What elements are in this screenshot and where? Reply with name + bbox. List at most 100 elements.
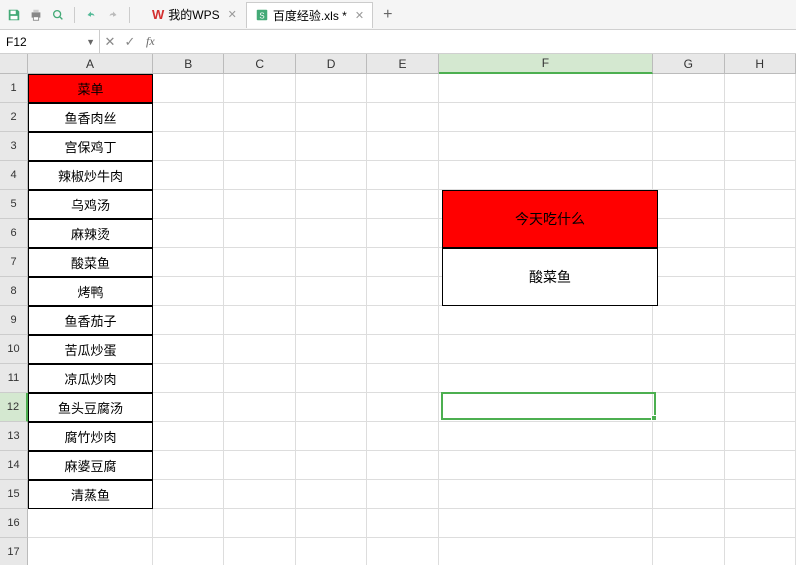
print-dropdown-icon[interactable] (26, 5, 46, 25)
row-header[interactable]: 8 (0, 277, 28, 306)
cell[interactable]: 鱼香肉丝 (28, 103, 153, 132)
cell[interactable]: 烤鸭 (28, 277, 153, 306)
row-header[interactable]: 12 (0, 393, 28, 422)
undo-icon[interactable] (81, 5, 101, 25)
cell[interactable] (367, 364, 438, 393)
cell[interactable]: 酸菜鱼 (28, 248, 153, 277)
today-eat-value[interactable]: 酸菜鱼 (442, 248, 658, 306)
cell[interactable] (367, 219, 438, 248)
cell[interactable] (439, 422, 653, 451)
cell[interactable] (367, 451, 438, 480)
cell[interactable] (439, 161, 653, 190)
fx-label[interactable]: fx (140, 34, 161, 49)
cell[interactable] (367, 74, 438, 103)
cell[interactable] (224, 451, 295, 480)
tab-document[interactable]: S 百度经验.xls * ✕ (246, 2, 373, 28)
row-header[interactable]: 3 (0, 132, 28, 161)
cell[interactable] (367, 538, 438, 565)
row-header[interactable]: 4 (0, 161, 28, 190)
print-preview-icon[interactable] (48, 5, 68, 25)
cell[interactable] (224, 277, 295, 306)
cell[interactable] (296, 277, 367, 306)
cell[interactable] (653, 190, 724, 219)
add-tab-button[interactable]: + (373, 6, 402, 24)
cell[interactable] (28, 509, 153, 538)
cell[interactable] (296, 364, 367, 393)
column-header[interactable]: D (296, 54, 367, 74)
cell[interactable] (296, 480, 367, 509)
cell[interactable] (153, 306, 224, 335)
cell[interactable] (439, 509, 653, 538)
cell[interactable] (153, 480, 224, 509)
cell[interactable] (153, 364, 224, 393)
cell[interactable] (296, 451, 367, 480)
cell[interactable] (296, 74, 367, 103)
cell[interactable] (153, 277, 224, 306)
cell[interactable] (653, 509, 724, 538)
cell[interactable] (367, 132, 438, 161)
cell[interactable] (296, 103, 367, 132)
cell[interactable] (725, 451, 796, 480)
cell[interactable] (367, 277, 438, 306)
row-header[interactable]: 10 (0, 335, 28, 364)
name-box[interactable]: F12 ▼ (0, 30, 100, 53)
cell[interactable] (367, 306, 438, 335)
cell[interactable] (725, 480, 796, 509)
cell[interactable] (367, 480, 438, 509)
cell[interactable]: 菜单 (28, 74, 153, 103)
cell[interactable] (653, 422, 724, 451)
cancel-formula-icon[interactable]: ✕ (100, 34, 120, 50)
row-header[interactable]: 1 (0, 74, 28, 103)
cell[interactable] (153, 393, 224, 422)
cell[interactable] (153, 161, 224, 190)
cell[interactable] (367, 248, 438, 277)
column-header[interactable]: F (439, 54, 653, 74)
cell[interactable] (653, 132, 724, 161)
cell[interactable] (153, 74, 224, 103)
cell[interactable] (725, 306, 796, 335)
cell[interactable]: 苦瓜炒蛋 (28, 335, 153, 364)
redo-icon[interactable] (103, 5, 123, 25)
cell[interactable] (153, 132, 224, 161)
cell[interactable] (725, 277, 796, 306)
row-header[interactable]: 15 (0, 480, 28, 509)
cell[interactable]: 辣椒炒牛肉 (28, 161, 153, 190)
cell[interactable] (653, 393, 724, 422)
cell[interactable] (439, 393, 653, 422)
cells-grid[interactable]: 菜单鱼香肉丝宫保鸡丁辣椒炒牛肉乌鸡汤麻辣烫酸菜鱼烤鸭鱼香茄子苦瓜炒蛋凉瓜炒肉鱼头… (28, 74, 796, 565)
cell[interactable] (439, 306, 653, 335)
cell[interactable] (153, 248, 224, 277)
cell[interactable] (367, 190, 438, 219)
cell[interactable]: 乌鸡汤 (28, 190, 153, 219)
row-header[interactable]: 16 (0, 509, 28, 538)
cell[interactable]: 宫保鸡丁 (28, 132, 153, 161)
chevron-down-icon[interactable]: ▼ (86, 37, 95, 47)
cell[interactable] (153, 509, 224, 538)
cell[interactable] (725, 538, 796, 565)
cell[interactable] (296, 190, 367, 219)
cell[interactable] (153, 190, 224, 219)
row-header[interactable]: 17 (0, 538, 28, 565)
cell[interactable] (725, 190, 796, 219)
row-header[interactable]: 14 (0, 451, 28, 480)
cell[interactable] (653, 451, 724, 480)
cell[interactable]: 凉瓜炒肉 (28, 364, 153, 393)
cell[interactable] (653, 277, 724, 306)
cell[interactable] (439, 364, 653, 393)
cell[interactable]: 鱼香茄子 (28, 306, 153, 335)
cell[interactable] (296, 538, 367, 565)
cell[interactable] (725, 161, 796, 190)
cell[interactable] (439, 103, 653, 132)
column-header[interactable]: A (28, 54, 153, 74)
cell[interactable] (296, 161, 367, 190)
cell[interactable] (153, 219, 224, 248)
cell[interactable] (153, 103, 224, 132)
row-header[interactable]: 13 (0, 422, 28, 451)
row-header[interactable]: 9 (0, 306, 28, 335)
cell[interactable] (224, 509, 295, 538)
column-header[interactable]: E (367, 54, 438, 74)
cell[interactable] (224, 335, 295, 364)
cell[interactable] (296, 509, 367, 538)
row-header[interactable]: 11 (0, 364, 28, 393)
cell[interactable] (224, 422, 295, 451)
